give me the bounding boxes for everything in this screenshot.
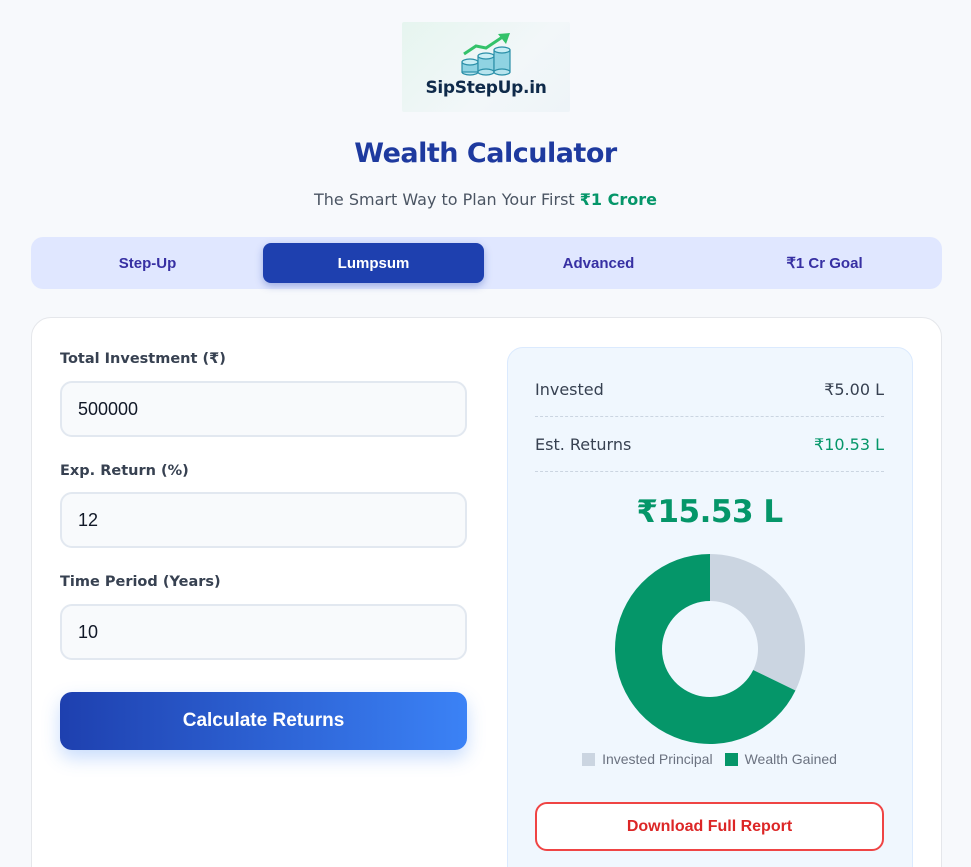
period-label: Time Period (Years)	[60, 574, 221, 590]
invested-label: Invested	[535, 379, 604, 399]
brand-logo: SipStepUp.in	[402, 22, 570, 112]
returns-value: ₹10.53 L	[814, 434, 884, 454]
return-input[interactable]	[60, 492, 467, 548]
chart-legend: Invested Principal Wealth Gained	[535, 751, 884, 767]
invested-row: Invested ₹5.00 L	[535, 362, 884, 417]
returns-donut-chart	[615, 554, 805, 744]
donut-slice-invested-principal	[710, 554, 805, 691]
return-label: Exp. Return (%)	[60, 463, 189, 479]
period-input[interactable]	[60, 604, 467, 660]
legend-item: Wealth Gained	[724, 751, 837, 767]
tab-advanced[interactable]: Advanced	[488, 243, 709, 283]
page-title: Wealth Calculator	[354, 138, 617, 169]
legend-item: Invested Principal	[582, 751, 713, 767]
returns-row: Est. Returns ₹10.53 L	[535, 417, 884, 472]
returns-label: Est. Returns	[535, 434, 632, 454]
tab-lumpsum[interactable]: Lumpsum	[263, 243, 484, 283]
legend-swatch	[582, 752, 596, 766]
logo-text: SipStepUp.in	[425, 78, 547, 98]
investment-input[interactable]	[60, 381, 467, 437]
tab-1cr-goal[interactable]: ₹1 Cr Goal	[714, 243, 935, 283]
invested-value: ₹5.00 L	[824, 379, 884, 399]
download-report-button[interactable]: Download Full Report	[535, 802, 884, 851]
legend-swatch	[724, 752, 738, 766]
subtitle-text: The Smart Way to Plan Your First	[314, 190, 580, 209]
calculate-button[interactable]: Calculate Returns	[60, 692, 467, 750]
subtitle-highlight: ₹1 Crore	[579, 190, 657, 209]
growth-chart-icon	[461, 33, 511, 76]
calculator-tabs: Step-Up Lumpsum Advanced ₹1 Cr Goal	[31, 237, 942, 289]
tab-step-up[interactable]: Step-Up	[37, 243, 258, 283]
legend-label: Wealth Gained	[744, 751, 837, 767]
investment-label: Total Investment (₹)	[60, 351, 226, 367]
page-subtitle: The Smart Way to Plan Your First ₹1 Cror…	[0, 190, 971, 209]
total-value: ₹15.53 L	[636, 494, 783, 530]
legend-label: Invested Principal	[602, 751, 713, 767]
